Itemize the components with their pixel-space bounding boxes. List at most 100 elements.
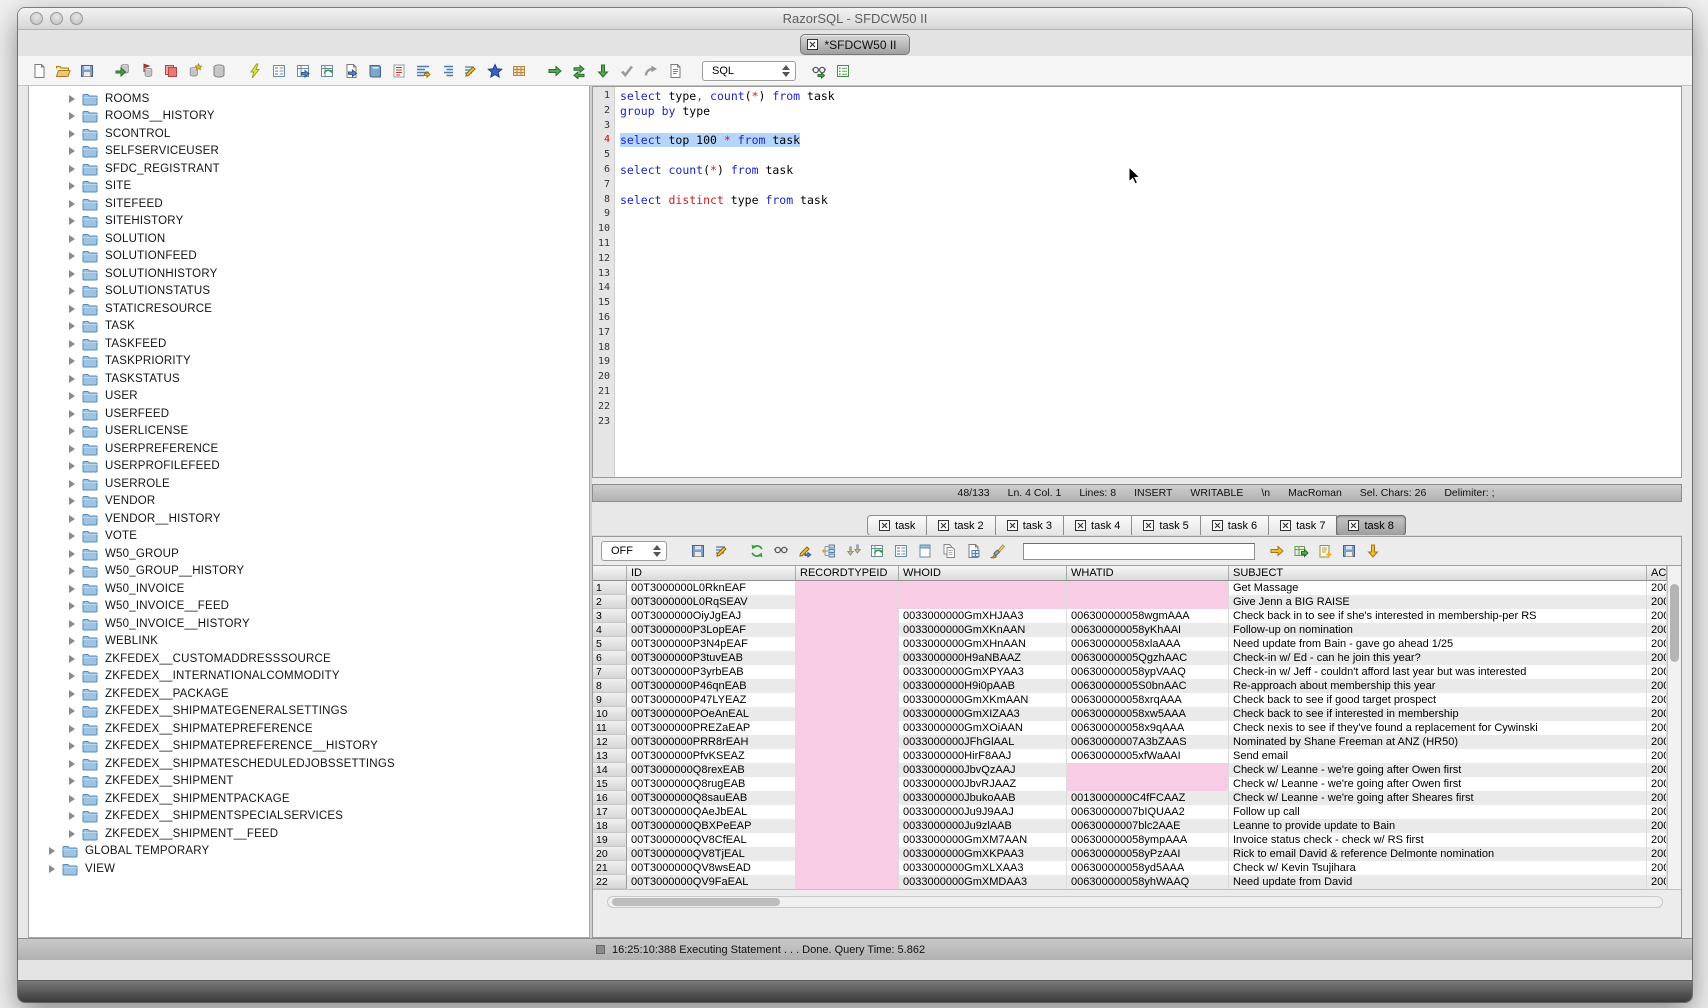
horizontal-scrollbar-thumb[interactable] (612, 898, 780, 906)
tree-item-userprofilefeed[interactable]: USERPROFILEFEED (29, 458, 589, 476)
expand-triangle-icon[interactable] (69, 235, 75, 243)
expand-triangle-icon[interactable] (69, 322, 75, 330)
table-row[interactable]: 900T3000000P47LYEAZ0033000000GmXKmAAN006… (593, 693, 1667, 707)
format-lines-arrow-icon[interactable] (414, 62, 432, 80)
result-tab-task-7[interactable]: task 7 (1268, 515, 1337, 536)
tree-item-sitehistory[interactable]: SITEHISTORY (29, 213, 589, 231)
expand-triangle-icon[interactable] (69, 830, 75, 838)
close-tab-icon[interactable] (938, 520, 949, 531)
close-tab-icon[interactable] (1212, 520, 1223, 531)
expand-triangle-icon[interactable] (69, 392, 75, 400)
column-header-ac[interactable]: AC (1647, 566, 1667, 581)
statement-type-select[interactable]: SQL (702, 61, 796, 81)
arrow-down-yellow-icon[interactable] (1364, 542, 1382, 560)
tree-item-selfserviceuser[interactable]: SELFSERVICEUSER (29, 143, 589, 161)
table-row[interactable]: 500T3000000P3N4pEAF0033000000GmXHnAAN006… (593, 637, 1667, 651)
tree-item-w50-group[interactable]: W50_GROUP (29, 545, 589, 563)
expand-triangle-icon[interactable] (69, 655, 75, 663)
tree-item-zkfedex-package[interactable]: ZKFEDEX__PACKAGE (29, 685, 589, 703)
sql-history-icon[interactable] (390, 62, 408, 80)
redo-gray-icon[interactable] (642, 62, 660, 80)
tree-item-userlicense[interactable]: USERLICENSE (29, 423, 589, 441)
expand-triangle-icon[interactable] (69, 217, 75, 225)
doc-notes-icon[interactable] (666, 62, 684, 80)
tree-item-userpreference[interactable]: USERPREFERENCE (29, 440, 589, 458)
expand-triangle-icon[interactable] (69, 637, 75, 645)
expand-triangle-icon[interactable] (69, 445, 75, 453)
table-row[interactable]: 1000T3000000POeAnEAL0033000000GmXIZAA300… (593, 707, 1667, 721)
tree-item-solution[interactable]: SOLUTION (29, 230, 589, 248)
column-header-id[interactable]: ID (627, 566, 796, 581)
result-tab-task-4[interactable]: task 4 (1063, 515, 1132, 536)
expand-triangle-icon[interactable] (69, 287, 75, 295)
expand-triangle-icon[interactable] (69, 130, 75, 138)
column-header-recordtypeid[interactable]: RECORDTYPEID (796, 566, 899, 581)
expand-triangle-icon[interactable] (69, 672, 75, 680)
expand-triangle-icon[interactable] (69, 742, 75, 750)
expand-triangle-icon[interactable] (69, 532, 75, 540)
expand-triangle-icon[interactable] (69, 690, 75, 698)
tree-item-view[interactable]: VIEW (29, 860, 589, 878)
close-tab-icon[interactable] (807, 39, 818, 50)
expand-triangle-icon[interactable] (69, 182, 75, 190)
save-results-icon[interactable] (689, 542, 707, 560)
expand-triangle-icon[interactable] (69, 410, 75, 418)
expand-triangle-icon[interactable] (69, 550, 75, 558)
expand-triangle-icon[interactable] (49, 847, 55, 855)
close-tab-icon[interactable] (1280, 520, 1291, 531)
table-row[interactable]: 1500T3000000Q8rugEAB0033000000JbvRJAAZCh… (593, 777, 1667, 791)
copy-table-icon[interactable] (964, 542, 982, 560)
tree-item-taskstatus[interactable]: TASKSTATUS (29, 370, 589, 388)
table-row[interactable]: 300T3000000OiyJgEAJ0033000000GmXHJAA3006… (593, 609, 1667, 623)
tree-item-vote[interactable]: VOTE (29, 528, 589, 546)
db-disconnect-icon[interactable] (138, 62, 156, 80)
tree-item-rooms-history[interactable]: ROOMS__HISTORY (29, 108, 589, 126)
result-tab-task-6[interactable]: task 6 (1200, 515, 1269, 536)
table-row[interactable]: 1200T3000000PRR8rEAH0033000000JFhGlAAL00… (593, 735, 1667, 749)
horizontal-scrollbar[interactable] (607, 896, 1663, 908)
table-row[interactable]: 2200T3000000QV9FaEAL0033000000GmXMDAA300… (593, 875, 1667, 889)
tree-item-vendor[interactable]: VENDOR (29, 493, 589, 511)
table-edit-icon[interactable] (510, 62, 528, 80)
tree-item-w50-invoice[interactable]: W50_INVOICE (29, 580, 589, 598)
copy-pages-icon[interactable] (940, 542, 958, 560)
tree-item-zkfedex-shipmatescheduledjobssettings[interactable]: ZKFEDEX__SHIPMATESCHEDULEDJOBSSETTINGS (29, 755, 589, 773)
table-row[interactable]: 200T3000000L0RqSEAVGive Jenn a BIG RAISE… (593, 595, 1667, 609)
tree-item-w50-invoice-history[interactable]: W50_INVOICE__HISTORY (29, 615, 589, 633)
close-tab-icon[interactable] (879, 520, 890, 531)
glasses-arrow-icon[interactable] (810, 62, 828, 80)
new-page-icon[interactable] (916, 542, 934, 560)
insert-node-icon[interactable] (820, 542, 838, 560)
close-tab-icon[interactable] (1143, 520, 1154, 531)
edit-pencil-icon[interactable] (462, 62, 480, 80)
tree-item-scontrol[interactable]: SCONTROL (29, 125, 589, 143)
open-file-icon[interactable] (54, 62, 72, 80)
expand-triangle-icon[interactable] (69, 340, 75, 348)
describe-table-icon[interactable] (270, 62, 288, 80)
sql-code-area[interactable]: select type, count(*) from taskgroup by … (615, 87, 1681, 477)
expand-triangle-icon[interactable] (69, 585, 75, 593)
tree-item-site[interactable]: SITE (29, 178, 589, 196)
table-row[interactable]: 1900T3000000QV8CfEAL0033000000GmXM7AAN00… (593, 833, 1667, 847)
tree-item-w50-group-history[interactable]: W50_GROUP__HISTORY (29, 563, 589, 581)
tree-item-zkfedex-internationalcommodity[interactable]: ZKFEDEX__INTERNATIONALCOMMODITY (29, 668, 589, 686)
tree-item-staticresource[interactable]: STATICRESOURCE (29, 300, 589, 318)
column-header-subject[interactable]: SUBJECT (1229, 566, 1647, 581)
tree-item-global-temporary[interactable]: GLOBAL TEMPORARY (29, 843, 589, 861)
tree-item-rooms[interactable]: ROOMS (29, 90, 589, 108)
close-tab-icon[interactable] (1007, 520, 1018, 531)
expand-triangle-icon[interactable] (69, 147, 75, 155)
table-add-green-icon[interactable] (1292, 542, 1310, 560)
tree-item-taskpriority[interactable]: TASKPRIORITY (29, 353, 589, 371)
tree-item-weblink[interactable]: WEBLINK (29, 633, 589, 651)
tree-item-zkfedex-customaddresssource[interactable]: ZKFEDEX__CUSTOMADDRESSSOURCE (29, 650, 589, 668)
expand-triangle-icon[interactable] (69, 112, 75, 120)
expand-triangle-icon[interactable] (69, 777, 75, 785)
favorites-star-icon[interactable] (486, 62, 504, 80)
tree-item-solutionhistory[interactable]: SOLUTIONHISTORY (29, 265, 589, 283)
expand-triangle-icon[interactable] (69, 462, 75, 470)
tree-item-w50-invoice-feed[interactable]: W50_INVOICE__FEED (29, 598, 589, 616)
table-row[interactable]: 1700T3000000QAeJbEAL0033000000Ju9J9AAJ00… (593, 805, 1667, 819)
refresh-green-icon[interactable] (748, 542, 766, 560)
tree-item-userfeed[interactable]: USERFEED (29, 405, 589, 423)
